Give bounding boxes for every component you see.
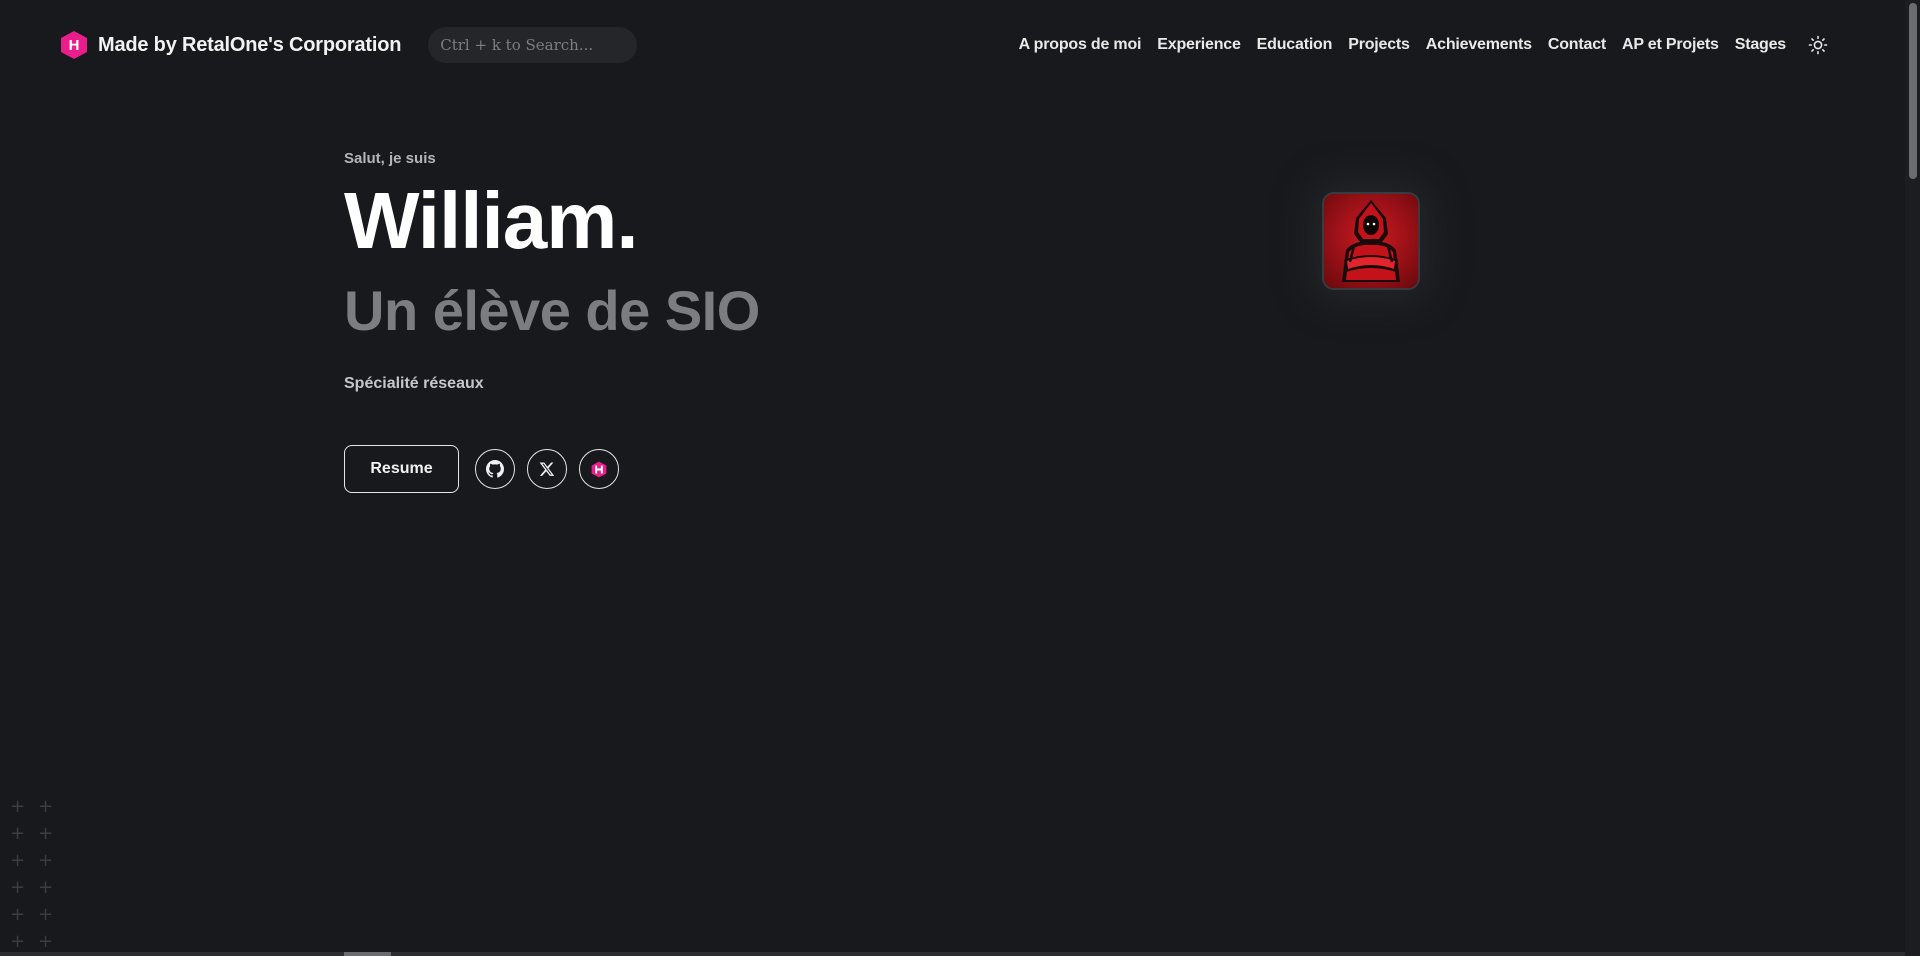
- nav-item-experience[interactable]: Experience: [1149, 36, 1248, 54]
- bottom-progress-bar: [0, 952, 1905, 956]
- avatar-image: [1322, 192, 1420, 290]
- hero-section: Salut, je suis William. Un élève de SIO …: [344, 150, 760, 493]
- hero-actions: Resume: [344, 445, 760, 493]
- vertical-scrollbar[interactable]: [1905, 0, 1920, 956]
- nav-item-about[interactable]: A propos de moi: [1011, 36, 1150, 54]
- hero-name: William.: [344, 176, 639, 265]
- hugo-link[interactable]: [579, 449, 619, 489]
- portfolio-page: H Made by RetalOne's Corporation A propo…: [0, 0, 1920, 956]
- nav-item-education[interactable]: Education: [1249, 36, 1341, 54]
- x-twitter-link[interactable]: [527, 449, 567, 489]
- scrollbar-thumb[interactable]: [1909, 3, 1917, 179]
- nav-item-contact[interactable]: Contact: [1540, 36, 1614, 54]
- brand: H Made by RetalOne's Corporation: [60, 27, 638, 63]
- hugo-icon: [591, 461, 607, 477]
- search-input[interactable]: [428, 27, 638, 63]
- sun-icon: [1808, 35, 1828, 55]
- github-link[interactable]: [475, 449, 515, 489]
- main-nav: A propos de moi Experience Education Pro…: [1011, 33, 1830, 57]
- hero-speciality: Spécialité réseaux: [344, 375, 484, 392]
- x-twitter-icon: [539, 462, 555, 476]
- resume-button[interactable]: Resume: [344, 445, 459, 493]
- nav-item-stages[interactable]: Stages: [1727, 36, 1794, 54]
- decorative-plus-grid: + + + + + + + + + + + +: [10, 796, 54, 952]
- hero-role: Un élève de SIO: [344, 279, 760, 342]
- theme-toggle-button[interactable]: [1806, 33, 1830, 57]
- nav-item-achievements[interactable]: Achievements: [1418, 36, 1540, 54]
- nav-item-ap-projets[interactable]: AP et Projets: [1614, 36, 1727, 54]
- top-navbar: H Made by RetalOne's Corporation A propo…: [0, 0, 1905, 90]
- nav-item-projects[interactable]: Projects: [1340, 36, 1418, 54]
- brand-name: Made by RetalOne's Corporation: [98, 33, 402, 56]
- github-icon: [486, 460, 504, 478]
- hugo-logo-icon: H: [60, 30, 88, 60]
- bottom-progress-indicator: [344, 952, 391, 956]
- hero-greeting: Salut, je suis: [344, 150, 436, 167]
- brand-link[interactable]: H Made by RetalOne's Corporation: [60, 30, 401, 60]
- profile-avatar: [1322, 192, 1420, 290]
